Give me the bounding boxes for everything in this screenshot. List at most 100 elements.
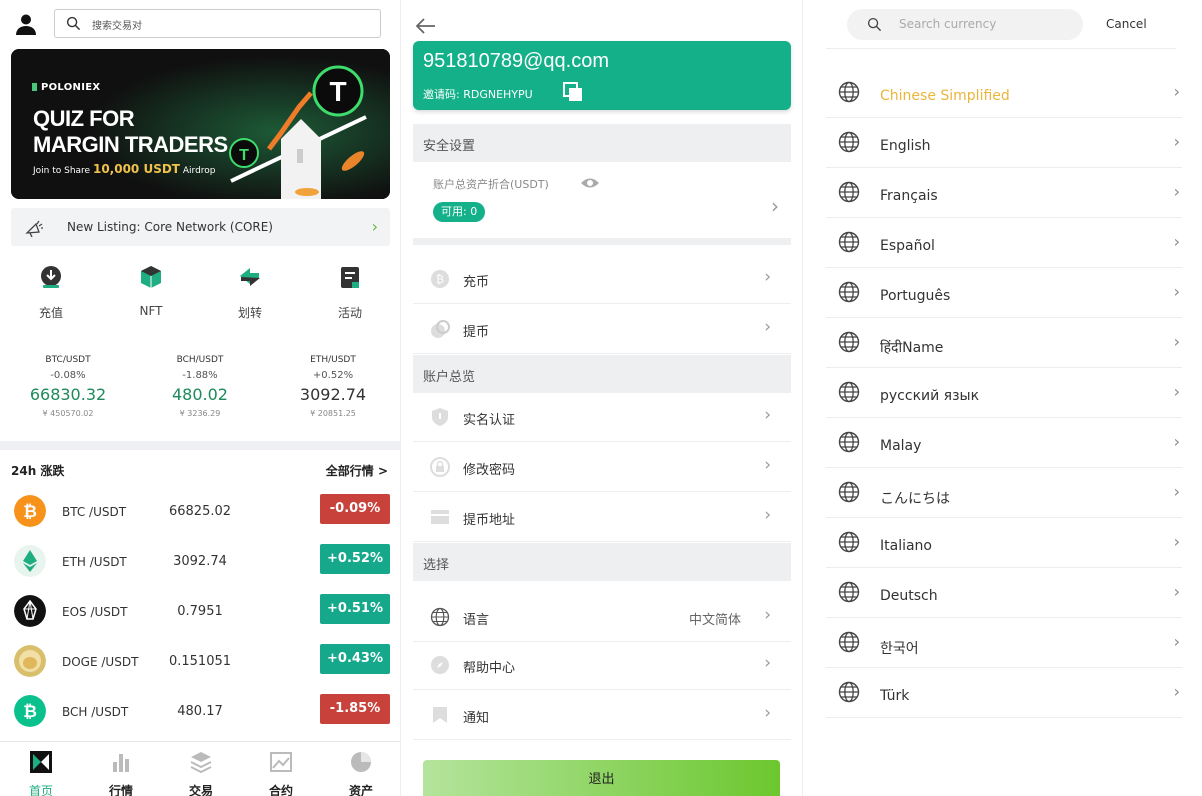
- contract-icon: [270, 752, 292, 772]
- globe-icon: [838, 231, 860, 253]
- market-row[interactable]: ₿ BTC /USDT 66825.02 -0.09%: [0, 489, 400, 539]
- tab-assets[interactable]: 资产: [321, 750, 400, 796]
- language-label: Deutsch: [880, 588, 938, 604]
- language-option[interactable]: 한국어 ›: [826, 618, 1182, 668]
- user-icon[interactable]: [14, 12, 38, 36]
- chevron-right-icon: ›: [1173, 582, 1180, 601]
- current-language: 中文简体: [688, 613, 741, 628]
- menu-withdraw-address[interactable]: 提币地址 ›: [413, 493, 791, 542]
- tab-contract[interactable]: 合约: [241, 750, 321, 796]
- language-option[interactable]: Malay ›: [826, 418, 1182, 468]
- withdraw-coin-icon: [431, 320, 450, 338]
- menu-withdraw[interactable]: 提币 ›: [413, 305, 791, 354]
- language-label: हिंदीName: [880, 340, 944, 356]
- cancel-button[interactable]: Cancel: [1106, 17, 1147, 31]
- market-row[interactable]: DOGE /USDT 0.151051 +0.43%: [0, 639, 400, 689]
- tab-market[interactable]: 行情: [81, 750, 161, 796]
- quick-action-nft[interactable]: NFT: [111, 262, 191, 318]
- ticker-card[interactable]: ETH/USDT +0.52% 3092.74 ¥ 20851.25: [268, 355, 398, 418]
- ticker-card[interactable]: BTC/USDT -0.08% 66830.32 ¥ 450570.02: [3, 355, 133, 418]
- back-arrow-icon[interactable]: [414, 16, 436, 36]
- activity-icon: [341, 267, 359, 288]
- tab-trade[interactable]: 交易: [161, 750, 241, 796]
- search-placeholder: 搜索交易对: [92, 21, 142, 32]
- language-option[interactable]: Français ›: [826, 168, 1182, 218]
- language-option[interactable]: हिंदीName ›: [826, 318, 1182, 368]
- divider: [413, 238, 791, 245]
- language-option[interactable]: Italiano ›: [826, 518, 1182, 568]
- total-assets-row[interactable]: 账户总资产折合(USDT) 可用: 0 ›: [413, 164, 791, 238]
- eos-coin-icon: [14, 595, 46, 627]
- language-option[interactable]: Türk ›: [826, 668, 1182, 718]
- chevron-right-icon: ›: [1173, 332, 1180, 351]
- home-header: 搜索交易对: [10, 9, 381, 39]
- language-label: こんにちは: [880, 491, 950, 507]
- menu-deposit[interactable]: ₿ 充币 ›: [413, 255, 791, 304]
- market-list: ₿ BTC /USDT 66825.02 -0.09% ETH /USDT 30…: [0, 489, 400, 739]
- bookmark-icon: [433, 707, 447, 723]
- chevron-right-icon: ›: [1173, 132, 1180, 151]
- menu-change-password[interactable]: 修改密码 ›: [413, 443, 791, 492]
- section-select: 选择: [413, 543, 791, 581]
- all-markets-link[interactable]: 全部行情 >: [326, 462, 388, 479]
- language-search-input[interactable]: Search currency: [847, 9, 1083, 40]
- available-badge: 可用: 0: [433, 202, 486, 222]
- market-row[interactable]: EOS /USDT 0.7951 +0.51%: [0, 589, 400, 639]
- promo-banner[interactable]: T T POLONIEX QUIZ FOR MARGIN TRADERS Joi…: [11, 49, 390, 199]
- quick-action-deposit[interactable]: 充值: [11, 262, 91, 321]
- market-row[interactable]: ETH /USDT 3092.74 +0.52%: [0, 539, 400, 589]
- menu-help-center[interactable]: 帮助中心 ›: [413, 641, 791, 690]
- search-input[interactable]: 搜索交易对: [54, 9, 381, 38]
- market-header: 24h 涨跌 全部行情 >: [11, 462, 388, 479]
- language-option[interactable]: English ›: [826, 118, 1182, 168]
- invite-code: 邀请码: RDGNEHYPU: [423, 88, 533, 101]
- language-option[interactable]: Deutsch ›: [826, 568, 1182, 618]
- chevron-right-icon: ›: [1173, 232, 1180, 251]
- chevron-right-icon: ›: [1173, 632, 1180, 651]
- deposit-icon: [41, 266, 61, 288]
- language-label: Türk: [880, 688, 910, 704]
- announcement-text: New Listing: Core Network (CORE): [67, 220, 273, 234]
- nft-icon: [141, 266, 161, 288]
- chevron-right-icon: ›: [1173, 482, 1180, 501]
- chevron-right-icon: ›: [371, 217, 378, 236]
- copy-icon[interactable]: [562, 81, 584, 103]
- quick-action-transfer[interactable]: 划转: [210, 262, 290, 321]
- search-icon: [66, 16, 81, 31]
- chevron-right-icon: ›: [764, 653, 771, 673]
- globe-icon: [838, 631, 860, 653]
- change-badge: +0.52%: [320, 544, 390, 574]
- menu-language[interactable]: 语言 中文简体 ›: [413, 593, 791, 642]
- account-panel: 951810789@qq.com 邀请码: RDGNEHYPU 安全设置 账户总…: [402, 0, 803, 796]
- card-icon: [431, 510, 449, 524]
- search-placeholder: Search currency: [899, 17, 997, 31]
- language-label: Malay: [880, 438, 922, 454]
- market-row[interactable]: ₿ BCH /USDT 480.17 -1.85%: [0, 689, 400, 739]
- chevron-right-icon: ›: [1173, 82, 1180, 101]
- menu-notifications[interactable]: 通知 ›: [413, 691, 791, 740]
- home-panel: 搜索交易对 T T POLONIEX QUIZ FOR MARGIN TRADE…: [0, 0, 401, 796]
- logout-button[interactable]: 退出: [423, 760, 780, 796]
- language-option[interactable]: Español ›: [826, 218, 1182, 268]
- banner-subtitle: Join to Share 10,000 USDT Airdrop: [33, 162, 216, 176]
- language-option[interactable]: Chinese Simplified ›: [826, 68, 1182, 118]
- tab-home[interactable]: 首页: [1, 750, 81, 796]
- ticker-card[interactable]: BCH/USDT -1.88% 480.02 ¥ 3236.29: [135, 355, 265, 418]
- language-option[interactable]: русский язык ›: [826, 368, 1182, 418]
- language-label: русский язык: [880, 388, 980, 404]
- language-option[interactable]: こんにちは ›: [826, 468, 1182, 518]
- divider: [0, 441, 400, 450]
- banner-title: QUIZ FOR MARGIN TRADERS: [33, 106, 228, 157]
- menu-identity-verification[interactable]: 实名认证 ›: [413, 393, 791, 442]
- change-badge: +0.51%: [320, 594, 390, 624]
- chevron-right-icon: ›: [764, 267, 771, 287]
- language-option[interactable]: Português ›: [826, 268, 1182, 318]
- chevron-right-icon: ›: [1173, 382, 1180, 401]
- globe-icon: [838, 531, 860, 553]
- language-label: Italiano: [880, 538, 932, 554]
- eth-coin-icon: [14, 545, 46, 577]
- chevron-right-icon: ›: [1173, 532, 1180, 551]
- announcement-bar[interactable]: New Listing: Core Network (CORE) ›: [11, 208, 390, 246]
- eye-icon[interactable]: [580, 176, 600, 190]
- quick-action-activity[interactable]: 活动: [310, 262, 390, 321]
